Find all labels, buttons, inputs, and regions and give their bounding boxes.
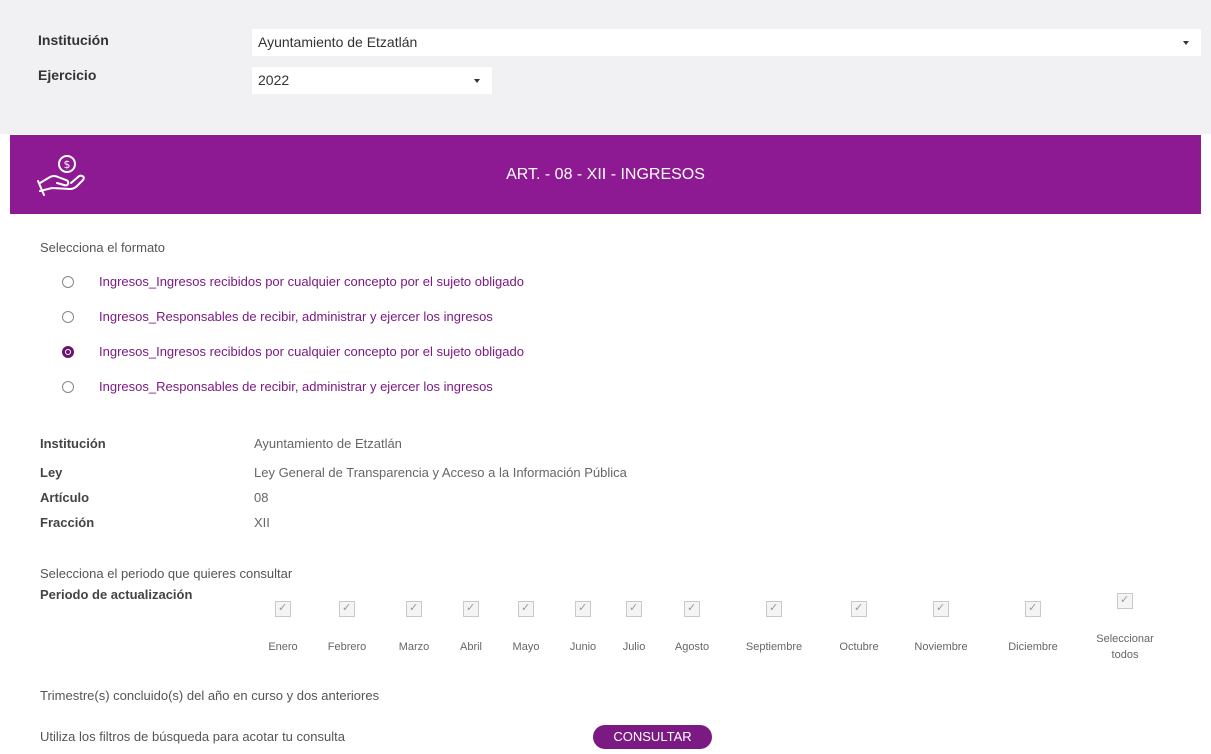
checkbox-agosto[interactable] (684, 601, 700, 617)
checkbox-enero[interactable] (275, 601, 291, 617)
month-label: Enero (268, 641, 298, 653)
section-title: ART. - 08 - XII - INGRESOS (506, 166, 705, 183)
month-label: Noviembre (914, 641, 968, 653)
month-label: Abril (459, 641, 483, 653)
checkbox-abril[interactable] (463, 601, 479, 617)
chevron-down-icon (474, 79, 480, 83)
formato-option-label: Ingresos_Responsables de recibir, admini… (99, 379, 493, 394)
checkbox-seleccionar-todos[interactable] (1117, 593, 1133, 609)
radio-button[interactable] (62, 311, 74, 323)
checkbox-julio[interactable] (626, 601, 642, 617)
ejercicio-select-value: 2022 (258, 72, 290, 88)
formato-option-label: Ingresos_Ingresos recibidos por cualquie… (99, 344, 524, 359)
info-fraccion-label: Fracción (40, 515, 95, 530)
radio-button[interactable] (62, 276, 74, 288)
checkbox-octubre[interactable] (851, 601, 867, 617)
info-ley-label: Ley (40, 465, 63, 480)
consultar-button[interactable]: CONSULTAR (593, 725, 712, 749)
month-label: Diciembre (1008, 641, 1058, 653)
formato-option-label: Ingresos_Ingresos recibidos por cualquie… (99, 274, 524, 289)
institucion-select[interactable]: Ayuntamiento de Etzatlán (252, 29, 1201, 56)
seleccionar-todos-label: Seleccionar todos (1096, 633, 1154, 661)
trimestre-note: Trimestre(s) concluido(s) del año en cur… (40, 688, 380, 703)
ejercicio-select[interactable]: 2022 (252, 67, 492, 94)
info-articulo-label: Artículo (40, 490, 90, 505)
periodo-label: Periodo de actualización (40, 587, 193, 602)
info-articulo-value: 08 (254, 490, 269, 505)
chevron-down-icon (1183, 41, 1189, 45)
institucion-label: Institución (38, 32, 109, 48)
filter-bar: Institución Ayuntamiento de Etzatlán Eje… (0, 0, 1211, 134)
checkbox-noviembre[interactable] (933, 601, 949, 617)
month-label: Mayo (512, 641, 540, 653)
month-label: Julio (622, 641, 646, 653)
checkbox-mayo[interactable] (518, 601, 534, 617)
month-label: Febrero (327, 641, 367, 653)
filtros-note: Utiliza los filtros de búsqueda para aco… (40, 729, 345, 744)
checkbox-diciembre[interactable] (1025, 601, 1041, 617)
ejercicio-label: Ejercicio (38, 67, 97, 83)
month-label: Octubre (839, 641, 879, 653)
info-institucion-label: Institución (40, 436, 106, 451)
month-label: Marzo (398, 641, 430, 653)
info-ley-value: Ley General de Transparencia y Acceso a … (254, 465, 627, 480)
checkbox-junio[interactable] (575, 601, 591, 617)
periodo-prompt: Selecciona el periodo que quieres consul… (40, 566, 293, 581)
formato-prompt: Selecciona el formato (40, 240, 166, 255)
institucion-select-value: Ayuntamiento de Etzatlán (258, 34, 418, 50)
month-label: Septiembre (745, 641, 803, 653)
info-institucion-value: Ayuntamiento de Etzatlán (254, 436, 402, 451)
radio-button-selected[interactable] (62, 346, 74, 358)
checkbox-septiembre[interactable] (766, 601, 782, 617)
radio-button[interactable] (62, 381, 74, 393)
checkbox-febrero[interactable] (339, 601, 355, 617)
month-label: Junio (569, 641, 597, 653)
month-label: Agosto (674, 641, 710, 653)
info-fraccion-value: XII (254, 515, 270, 530)
formato-option-label: Ingresos_Responsables de recibir, admini… (99, 309, 493, 324)
checkbox-marzo[interactable] (406, 601, 422, 617)
section-banner: $ ART. - 08 - XII - INGRESOS (10, 135, 1201, 214)
